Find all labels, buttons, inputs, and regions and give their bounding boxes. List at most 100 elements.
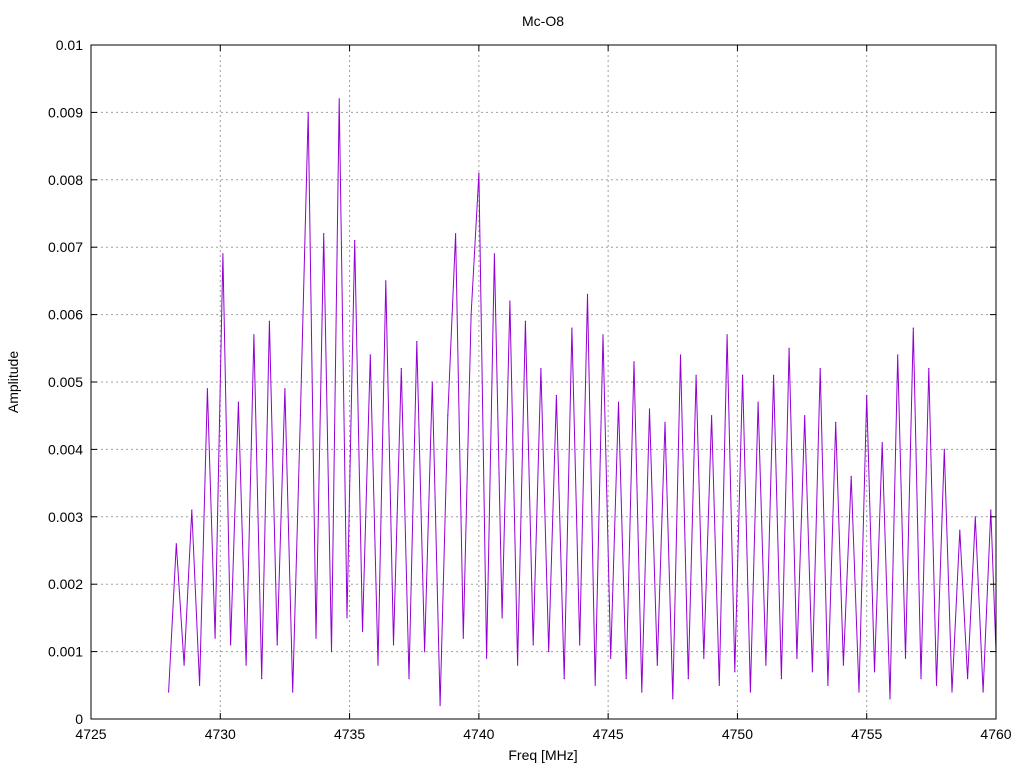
x-tick-label: 4750 bbox=[722, 726, 753, 742]
data-point bbox=[641, 691, 643, 693]
data-point bbox=[757, 401, 759, 403]
y-tick-label: 0.004 bbox=[48, 441, 83, 457]
data-point bbox=[835, 421, 837, 423]
data-point bbox=[346, 617, 348, 619]
data-point bbox=[268, 320, 270, 322]
data-point bbox=[222, 253, 224, 255]
x-tick-label: 4755 bbox=[851, 726, 882, 742]
data-point bbox=[276, 644, 278, 646]
y-tick-label: 0.006 bbox=[48, 307, 83, 323]
data-point bbox=[610, 657, 612, 659]
data-point bbox=[470, 314, 472, 316]
data-point bbox=[377, 664, 379, 666]
data-point bbox=[579, 644, 581, 646]
data-point bbox=[866, 394, 868, 397]
spectrum-chart: Mc-O8 4725 4730 4735 4740 4745 4750 4755 4760 0… bbox=[5, 13, 1012, 763]
data-point bbox=[237, 401, 239, 403]
data-point bbox=[943, 448, 945, 450]
data-point bbox=[307, 111, 309, 113]
data-point bbox=[920, 678, 922, 680]
data-point bbox=[486, 657, 488, 659]
data-point bbox=[354, 239, 356, 242]
data-point bbox=[206, 388, 208, 390]
data-point bbox=[951, 691, 953, 693]
y-tick-label: 0.002 bbox=[48, 576, 83, 592]
x-tick-label: 4735 bbox=[334, 726, 365, 742]
data-point bbox=[959, 529, 961, 531]
data-point bbox=[695, 374, 697, 376]
data-point bbox=[416, 341, 418, 343]
data-point bbox=[974, 516, 976, 518]
x-axis: 4725 4730 4735 4740 4745 4750 4755 4760 bbox=[75, 45, 1012, 742]
data-point bbox=[361, 630, 364, 633]
data-point bbox=[990, 509, 992, 511]
data-point bbox=[780, 678, 783, 680]
x-tick-label: 4730 bbox=[205, 726, 236, 742]
chart-title: Mc-O8 bbox=[522, 13, 564, 29]
x-tick-label: 4725 bbox=[75, 726, 106, 742]
data-point bbox=[323, 233, 325, 235]
data-point bbox=[819, 367, 821, 370]
data-point bbox=[617, 401, 620, 403]
data-point bbox=[168, 691, 170, 693]
data-point bbox=[369, 354, 371, 356]
data-point bbox=[633, 361, 635, 363]
x-tick-label: 4740 bbox=[463, 726, 494, 742]
data-point bbox=[548, 651, 550, 653]
data-point bbox=[788, 347, 790, 349]
data-point bbox=[889, 698, 891, 700]
data-point bbox=[524, 320, 527, 322]
data-point bbox=[687, 678, 689, 680]
data-point bbox=[439, 704, 441, 707]
data-point bbox=[625, 678, 627, 680]
data-point bbox=[455, 233, 457, 235]
x-tick-label: 4745 bbox=[593, 726, 624, 742]
x-tick-label: 4760 bbox=[980, 726, 1011, 742]
data-point bbox=[493, 253, 495, 255]
data-point bbox=[928, 367, 930, 370]
data-point bbox=[586, 293, 589, 295]
y-tick-label: 0.001 bbox=[48, 644, 83, 660]
data-point bbox=[711, 415, 713, 417]
data-point bbox=[191, 509, 193, 511]
data-point bbox=[385, 280, 387, 282]
data-point bbox=[664, 421, 666, 423]
data-point bbox=[555, 394, 558, 397]
y-tick-label: 0.003 bbox=[48, 509, 83, 525]
y-tick-label: 0.01 bbox=[56, 37, 83, 53]
data-point bbox=[214, 637, 216, 639]
data-point bbox=[602, 334, 604, 336]
data-point bbox=[447, 415, 449, 417]
data-point bbox=[656, 664, 658, 666]
data-point bbox=[873, 671, 876, 673]
data-point bbox=[672, 698, 674, 700]
data-point bbox=[648, 408, 651, 410]
data-point bbox=[431, 381, 433, 383]
data-point bbox=[175, 543, 177, 545]
data-point bbox=[742, 374, 744, 376]
data-point bbox=[261, 678, 263, 680]
data-point bbox=[804, 415, 806, 417]
data-point bbox=[299, 415, 301, 417]
data-point bbox=[982, 691, 984, 693]
data-point bbox=[827, 684, 829, 686]
data-point bbox=[904, 657, 907, 659]
data-point bbox=[912, 327, 914, 329]
y-axis-label: Amplitude bbox=[5, 351, 21, 413]
data-point bbox=[935, 684, 938, 686]
data-point bbox=[284, 388, 286, 390]
y-tick-label: 0.005 bbox=[48, 374, 83, 390]
data-point bbox=[315, 637, 317, 639]
data-point bbox=[292, 691, 294, 693]
data-point bbox=[462, 637, 464, 639]
data-point bbox=[967, 678, 969, 680]
data-point bbox=[245, 664, 247, 666]
data-point bbox=[199, 684, 201, 686]
data-point bbox=[532, 644, 534, 646]
data-point bbox=[330, 651, 333, 653]
series-line-0 bbox=[168, 98, 997, 706]
y-tick-label: 0.007 bbox=[48, 239, 83, 255]
grid-lines bbox=[91, 45, 996, 719]
data-point bbox=[424, 651, 426, 653]
data-point bbox=[726, 334, 728, 336]
